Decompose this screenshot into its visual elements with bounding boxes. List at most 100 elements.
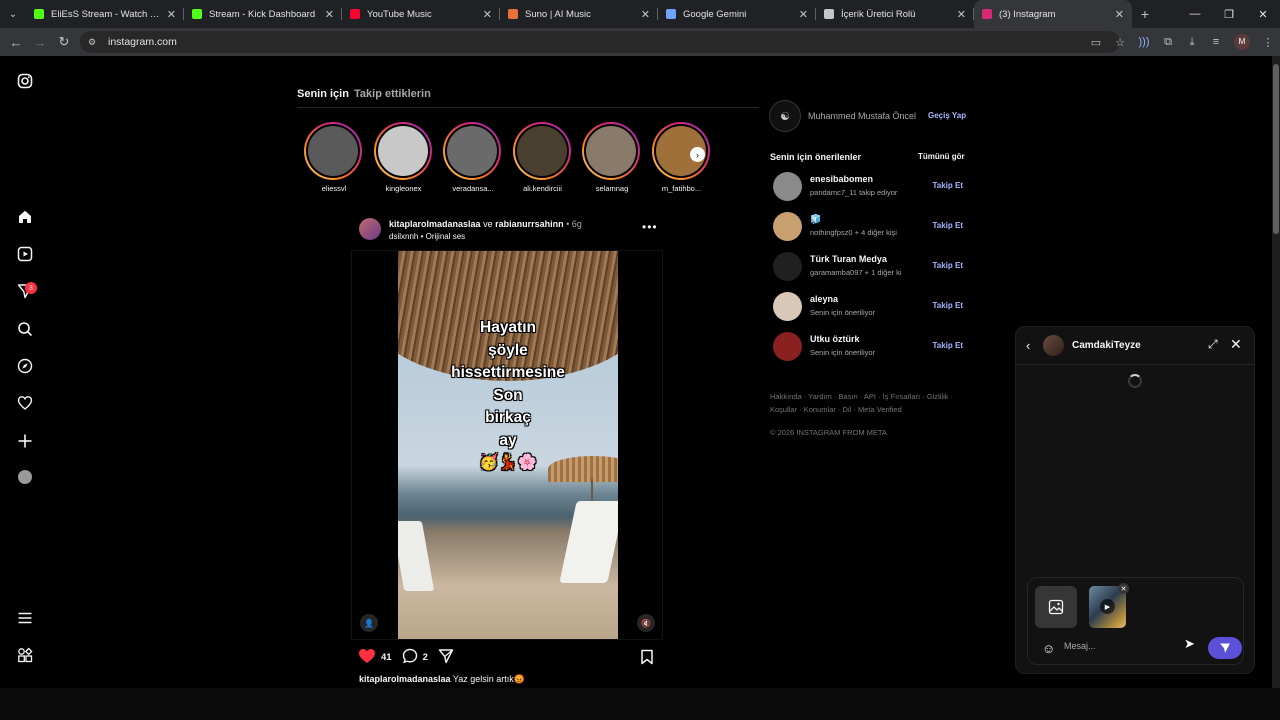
like-count[interactable]: 41 (381, 652, 392, 663)
emoji-icon[interactable]: ☺ (1042, 641, 1055, 656)
send-button[interactable] (1208, 637, 1242, 659)
create-plus-icon[interactable] (16, 432, 34, 450)
chat-back-icon[interactable]: ‹ (1026, 338, 1030, 353)
footer-links[interactable]: Hakkında · Yardım · Basın · API · İş Fır… (770, 390, 960, 416)
tab-search-icon[interactable]: ⌄ (0, 0, 26, 28)
gallery-image-icon[interactable] (1035, 586, 1077, 628)
suggestion-username[interactable]: enesibabomen (810, 174, 873, 184)
comment-icon[interactable] (402, 648, 418, 667)
follow-button[interactable]: Takip Et (932, 261, 963, 270)
suggestion-username[interactable]: aleyna (810, 294, 838, 304)
post-audio[interactable]: dsilxnnh • Orijinal ses (389, 232, 465, 241)
post-author-1[interactable]: kitaplarolmadanaslaa (389, 219, 481, 229)
tab-close-icon[interactable]: ✕ (325, 8, 334, 21)
browser-tab[interactable]: YouTube Music ✕ (342, 0, 500, 28)
share-icon[interactable] (438, 648, 454, 667)
site-info-icon[interactable]: ⚙ (88, 37, 100, 47)
browser-tab[interactable]: EliEsS Stream - Watch Live o ✕ (26, 0, 184, 28)
follow-button[interactable]: Takip Et (932, 181, 963, 190)
overlay-line: şöyle (488, 341, 528, 359)
post-options-icon[interactable]: ••• (642, 220, 658, 234)
save-bookmark-icon[interactable] (640, 649, 654, 670)
suggestion-username[interactable]: Türk Turan Medya (810, 254, 887, 264)
tab-title: İçerik Üretici Rolü (841, 8, 916, 20)
minimize-icon[interactable]: — (1178, 0, 1212, 28)
browser-menu-icon[interactable]: ⋮ (1256, 36, 1280, 49)
chat-username[interactable]: CamdakiTeyze (1072, 340, 1141, 351)
follow-button[interactable]: Takip Et (932, 301, 963, 310)
message-input[interactable] (1064, 641, 1194, 651)
tab-close-icon[interactable]: ✕ (483, 8, 492, 21)
forward-icon[interactable]: → (28, 35, 52, 50)
suggestion-avatar[interactable] (773, 332, 802, 361)
tab-close-icon[interactable]: ✕ (167, 8, 176, 21)
reload-icon[interactable]: ↻ (52, 34, 76, 50)
profile-avatar[interactable]: M (1234, 34, 1250, 50)
tagged-users-icon[interactable]: 👤 (360, 614, 378, 632)
comment-count[interactable]: 2 (423, 652, 428, 663)
browser-tab[interactable]: İçerik Üretici Rolü ✕ (816, 0, 974, 28)
suggestion-username[interactable]: Utku öztürk (810, 334, 860, 344)
follow-button[interactable]: Takip Et (932, 341, 963, 350)
remove-attachment-icon[interactable]: ✕ (1118, 583, 1129, 594)
explore-icon[interactable] (16, 357, 34, 375)
suggestion-username[interactable]: 🧊 (810, 214, 821, 225)
cast-icon[interactable]: ▭ (1084, 36, 1108, 49)
tab-close-icon[interactable]: ✕ (1115, 8, 1124, 21)
browser-tab[interactable]: Suno | AI Music ✕ (500, 0, 658, 28)
tab-close-icon[interactable]: ✕ (957, 8, 966, 21)
home-icon[interactable] (16, 208, 34, 226)
browser-tab[interactable]: (3) Instagram ✕ (974, 0, 1132, 28)
media-controls-icon[interactable]: ≡ (1204, 36, 1228, 48)
stories-next-icon[interactable]: › (690, 147, 705, 162)
search-icon[interactable] (16, 320, 34, 338)
my-name[interactable]: Muhammed Mustafa Öncel (808, 110, 918, 122)
suggestion-avatar[interactable] (773, 172, 802, 201)
close-window-icon[interactable]: ✕ (1246, 0, 1280, 28)
reels-icon[interactable] (16, 245, 34, 263)
tab-close-icon[interactable]: ✕ (641, 8, 650, 21)
page-scrollbar[interactable] (1272, 56, 1280, 688)
more-menu-icon[interactable] (16, 609, 34, 627)
story-item[interactable]: selamnag (582, 122, 642, 193)
maximize-icon[interactable]: ❐ (1212, 0, 1246, 28)
scrollbar-thumb[interactable] (1273, 64, 1279, 234)
extensions-icon[interactable]: ⧉ (1156, 36, 1180, 49)
browser-tab[interactable]: Google Gemini ✕ (658, 0, 816, 28)
back-icon[interactable]: ← (4, 35, 28, 50)
apps-grid-icon[interactable] (16, 646, 34, 664)
new-tab-button[interactable]: + (1132, 6, 1158, 22)
post-avatar[interactable] (359, 218, 381, 240)
profile-icon[interactable] (16, 468, 34, 486)
downloads-icon[interactable]: ⤓ (1180, 36, 1204, 49)
story-item[interactable]: veradansa... (443, 122, 503, 193)
caption-author[interactable]: kitaplarolmadanaslaa (359, 674, 451, 684)
expand-icon[interactable]: ⤢ (1208, 337, 1218, 352)
address-bar[interactable]: ⚙ instagram.com (80, 31, 1120, 53)
see-all-link[interactable]: Tümünü gör (918, 152, 965, 161)
browser-tab[interactable]: Stream - Kick Dashboard ✕ (184, 0, 342, 28)
suggestion-avatar[interactable] (773, 252, 802, 281)
story-item[interactable]: ali.kendirciii (512, 122, 573, 193)
post-media[interactable]: Hayatın şöyle hissettirmesine Son birkaç ay 🥳💃… (351, 250, 663, 640)
mute-icon[interactable]: 🔇 (637, 614, 655, 632)
tab-for-you[interactable]: Senin için (297, 88, 349, 100)
extension-audio-icon[interactable]: ))) (1132, 36, 1156, 48)
notifications-heart-icon[interactable] (16, 394, 34, 412)
switch-account-link[interactable]: Geçiş Yap (928, 111, 966, 120)
follow-button[interactable]: Takip Et (932, 221, 963, 230)
my-avatar[interactable]: ☯ (769, 100, 801, 132)
suggestion-avatar[interactable] (773, 212, 802, 241)
tab-following[interactable]: Takip ettiklerin (354, 88, 431, 100)
story-item[interactable]: eliessvl (304, 122, 364, 193)
story-inner (445, 124, 499, 178)
suggestion-avatar[interactable] (773, 292, 802, 321)
story-item[interactable]: kingleonex (373, 122, 434, 193)
like-heart-icon[interactable] (358, 648, 376, 667)
instagram-logo-icon[interactable] (16, 72, 34, 90)
tab-close-icon[interactable]: ✕ (799, 8, 808, 21)
bookmark-star-icon[interactable]: ☆ (1108, 36, 1132, 49)
close-chat-icon[interactable]: ✕ (1230, 336, 1242, 353)
chat-avatar[interactable] (1043, 335, 1064, 356)
post-author-2[interactable]: rabianurrsahinn (495, 219, 564, 229)
